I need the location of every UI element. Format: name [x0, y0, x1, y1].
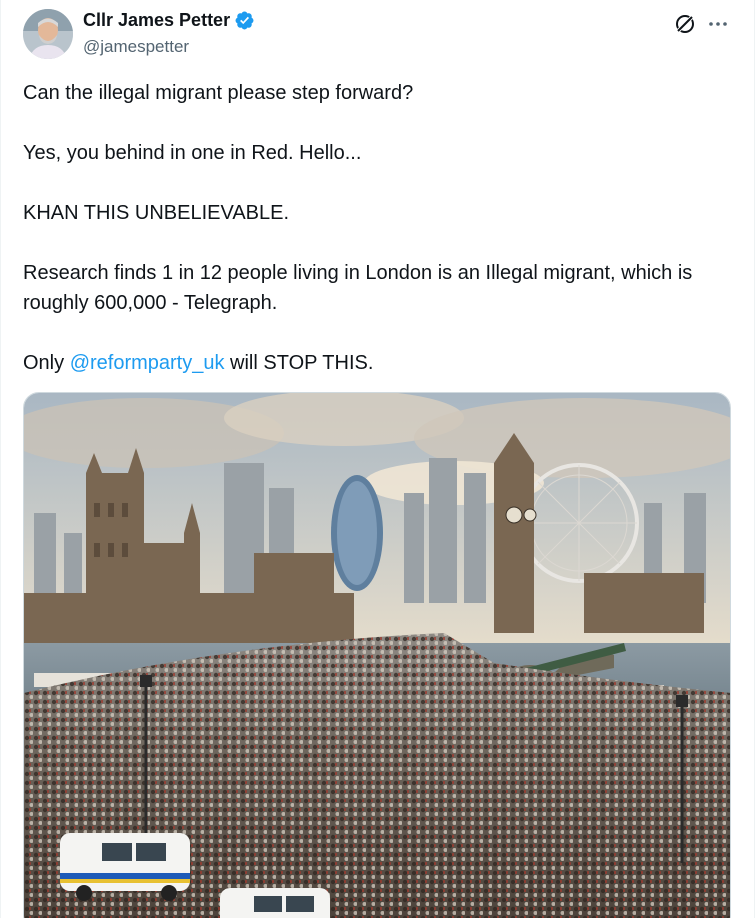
- tweet-line-5-post: will STOP THIS.: [224, 352, 374, 374]
- author-display-name[interactable]: Cllr James Petter: [83, 10, 255, 31]
- grok-icon[interactable]: [673, 12, 697, 36]
- tweet-line-5: Only @reformparty_uk will STOP THIS.: [23, 348, 735, 378]
- tweet-card: Cllr James Petter @jamespetter Can the i…: [0, 0, 755, 918]
- mention-link[interactable]: @reformparty_uk: [70, 352, 225, 374]
- tweet-line-2: Yes, you behind in one in Red. Hello...: [23, 142, 362, 164]
- author-avatar[interactable]: [23, 9, 73, 59]
- tweet-line-3: KHAN THIS UNBELIEVABLE.: [23, 202, 290, 224]
- display-name-text[interactable]: Cllr James Petter: [83, 10, 230, 31]
- tweet-line-5-pre: Only: [23, 352, 70, 374]
- tweet-line-4: Research finds 1 in 12 people living in …: [23, 262, 693, 314]
- tweet-text: Can the illegal migrant please step forw…: [23, 78, 735, 378]
- verified-badge-icon: [234, 10, 255, 31]
- tweet-image[interactable]: [23, 392, 731, 918]
- author-handle[interactable]: @jamespetter: [83, 37, 189, 57]
- tweet-line-1: Can the illegal migrant please step forw…: [23, 82, 414, 104]
- london-crowd-illustration: [24, 393, 730, 918]
- more-icon[interactable]: [706, 12, 730, 36]
